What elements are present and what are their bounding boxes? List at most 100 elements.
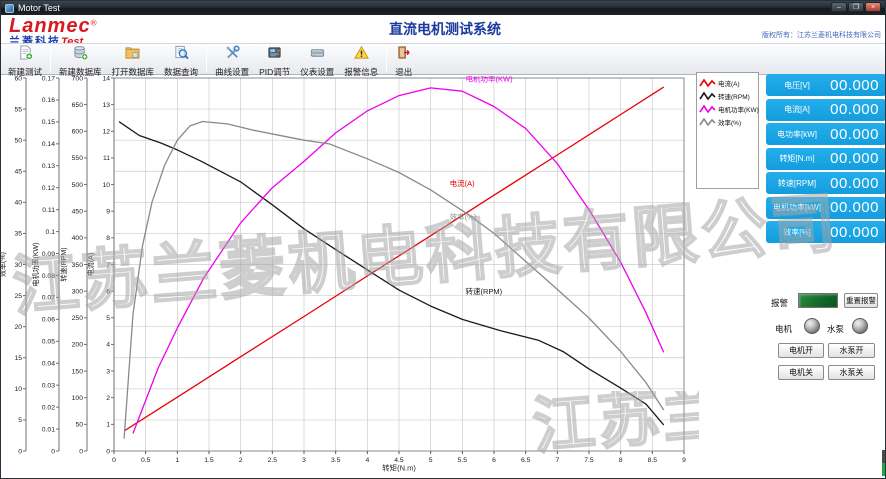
- motor-curves-chart: 00.511.522.533.544.555.566.577.588.59转矩(…: [1, 76, 693, 475]
- svg-text:0: 0: [106, 448, 110, 455]
- svg-text:200: 200: [72, 342, 84, 349]
- svg-text:0: 0: [18, 448, 22, 455]
- new-database-button[interactable]: 新建数据库: [54, 44, 107, 74]
- svg-text:450: 450: [72, 209, 84, 216]
- svg-text:电机功率(KW): 电机功率(KW): [466, 76, 514, 83]
- svg-text:0.11: 0.11: [42, 207, 55, 214]
- svg-text:0.04: 0.04: [42, 361, 55, 368]
- readout-electric-power: 电功率[kW]00.000: [766, 123, 886, 145]
- svg-text:400: 400: [72, 235, 84, 242]
- minimize-button[interactable]: –: [831, 2, 847, 12]
- svg-text:6.5: 6.5: [521, 457, 531, 464]
- open-database-button[interactable]: 打开数据库: [107, 44, 160, 74]
- motor-on-button[interactable]: 电机开: [778, 343, 824, 358]
- svg-text:0.15: 0.15: [42, 119, 55, 126]
- new-database-icon: [73, 45, 88, 65]
- legend-label: 转速(RPM): [718, 91, 750, 101]
- svg-text:0.06: 0.06: [42, 317, 55, 324]
- pump-on-button[interactable]: 水泵开: [828, 343, 875, 358]
- svg-text:8.5: 8.5: [648, 457, 658, 464]
- legend-line-icon: [699, 104, 716, 114]
- curve-settings-icon: [225, 45, 240, 65]
- svg-text:150: 150: [72, 368, 84, 375]
- meter-settings-button[interactable]: 仪表设置: [295, 44, 339, 74]
- svg-text:30: 30: [14, 262, 22, 269]
- svg-text:20: 20: [14, 324, 22, 331]
- svg-text:300: 300: [72, 288, 84, 295]
- svg-text:13: 13: [102, 102, 110, 109]
- toolbar-separator: [206, 46, 207, 72]
- svg-text:6: 6: [492, 457, 496, 464]
- legend-item: 电流(A): [699, 76, 756, 89]
- readout-value: 00.000: [828, 199, 886, 216]
- svg-text:55: 55: [14, 106, 22, 113]
- exit-button[interactable]: 退出: [390, 44, 417, 74]
- data-query-button[interactable]: 数据查询: [159, 44, 203, 74]
- page-title: 直流电机测试系统: [389, 19, 501, 39]
- legend-line-icon: [699, 78, 716, 88]
- copyright-text: 版权所有：江苏兰菱机电科技有限公司: [762, 30, 881, 40]
- motor-status-indicator: [804, 318, 820, 334]
- svg-text:0: 0: [51, 448, 55, 455]
- svg-text:0.17: 0.17: [42, 76, 55, 82]
- svg-text:效率(%): 效率(%): [1, 252, 7, 277]
- readout-label: 电功率[kW]: [766, 129, 828, 140]
- svg-text:效率(%): 效率(%): [450, 212, 477, 222]
- alarm-info-button[interactable]: 报警信息: [339, 44, 383, 74]
- svg-text:3: 3: [106, 368, 110, 375]
- svg-text:10: 10: [102, 182, 110, 189]
- svg-text:0.14: 0.14: [42, 141, 55, 148]
- pump-status-indicator: [852, 318, 868, 334]
- readout-value: 00.000: [828, 175, 886, 192]
- registered-mark: ®: [91, 19, 97, 28]
- svg-text:电机功率(KW): 电机功率(KW): [31, 243, 40, 287]
- readout-label: 效率[%]: [766, 227, 828, 238]
- readout-value: 00.000: [828, 77, 886, 94]
- new-test-button[interactable]: 新建测试: [3, 44, 47, 74]
- legend-line-icon: [699, 91, 716, 101]
- svg-text:350: 350: [72, 262, 84, 269]
- app-window: Motor Test – ❐ × Lanmec® 兰菱科技Test 直流电机测试…: [0, 0, 886, 479]
- svg-text:0.02: 0.02: [42, 404, 55, 411]
- close-button[interactable]: ×: [865, 2, 881, 12]
- readout-label: 转矩[N.m]: [766, 153, 828, 164]
- readout-torque: 转矩[N.m]00.000: [766, 148, 886, 170]
- alarm-info-icon: [354, 45, 369, 65]
- svg-text:50: 50: [75, 422, 83, 429]
- titlebar: Motor Test – ❐ ×: [1, 1, 885, 15]
- legend-label: 电机功率(KW): [718, 104, 759, 114]
- readout-speed: 转速[RPM]00.000: [766, 172, 886, 194]
- svg-text:0.5: 0.5: [141, 457, 151, 464]
- maximize-button[interactable]: ❐: [848, 2, 864, 12]
- svg-text:650: 650: [72, 102, 84, 109]
- svg-text:1: 1: [106, 422, 110, 429]
- curve-settings-button[interactable]: 曲线设置: [210, 44, 254, 74]
- svg-text:7: 7: [555, 457, 559, 464]
- svg-text:60: 60: [14, 76, 22, 82]
- svg-text:3.5: 3.5: [331, 457, 341, 464]
- svg-text:35: 35: [14, 231, 22, 238]
- pid-tuning-icon: [267, 45, 282, 65]
- svg-text:0.09: 0.09: [42, 251, 55, 258]
- readout-value: 00.000: [828, 150, 886, 167]
- svg-text:700: 700: [72, 76, 84, 82]
- exit-icon: [396, 45, 411, 65]
- svg-text:5: 5: [106, 315, 110, 322]
- svg-text:8: 8: [619, 457, 623, 464]
- readout-efficiency: 效率[%]00.000: [766, 221, 886, 243]
- motor-off-button[interactable]: 电机关: [778, 365, 824, 380]
- app-icon: [5, 4, 14, 13]
- svg-text:0: 0: [79, 448, 83, 455]
- pump-off-button[interactable]: 水泵关: [828, 365, 875, 380]
- svg-text:0.03: 0.03: [42, 382, 55, 389]
- alarm-label: 报警: [771, 297, 788, 309]
- reset-alarm-button[interactable]: 重置报警: [844, 293, 878, 308]
- svg-text:11: 11: [103, 155, 110, 162]
- pid-tuning-button[interactable]: PID调节: [254, 44, 295, 74]
- svg-text:2.5: 2.5: [268, 457, 278, 464]
- svg-text:5: 5: [18, 417, 22, 424]
- readout-value: 00.000: [828, 224, 886, 241]
- svg-text:12: 12: [102, 129, 110, 136]
- legend-item: 电机功率(KW): [699, 102, 756, 115]
- toolbar: 新建测试 新建数据库 打开数据库 数据查询 曲线设置 PID调节 仪表设置: [1, 43, 885, 75]
